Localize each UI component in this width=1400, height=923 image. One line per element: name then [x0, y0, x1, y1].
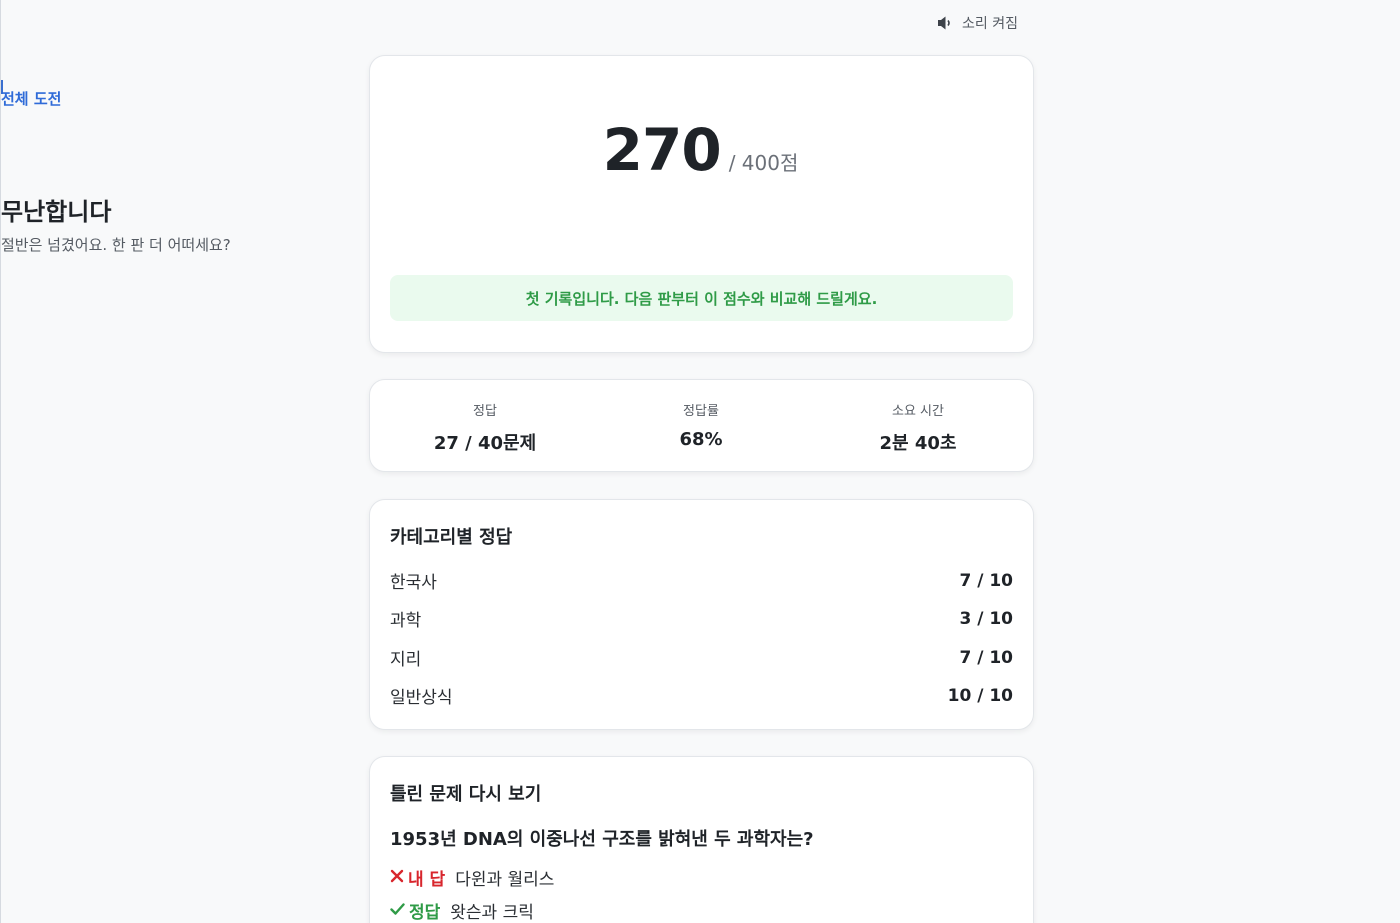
category-row: 일반상식 10 / 10: [390, 683, 1013, 709]
my-answer-label: 내 답: [408, 870, 446, 890]
grade-title: 무난합니다: [1, 198, 112, 226]
stat-label: 소요 시간: [892, 404, 944, 419]
category-title: 카테고리별 정답: [390, 527, 513, 548]
stat-value: 68%: [679, 429, 723, 450]
mode-label: 전체 도전: [1, 90, 62, 108]
correct-answer-text: 왓슨과 크릭: [450, 903, 534, 923]
category-name: 과학: [390, 611, 422, 631]
category-score: 7 / 10: [959, 570, 1013, 591]
score-display: 270 / 400점: [1, 116, 1400, 184]
check-icon: [390, 901, 405, 921]
results-page: 소리 켜짐 전체 도전 270 / 400점 무난합니다 절반은 넘겼어요. 한…: [0, 0, 1400, 923]
grade-description: 절반은 넘겼어요. 한 판 더 어떠세요?: [1, 236, 231, 254]
stat-value: 2분 40초: [879, 433, 957, 454]
category-name: 일반상식: [390, 688, 453, 708]
stat-label: 정답률: [683, 404, 719, 419]
stat-value: 27 / 40문제: [433, 433, 537, 454]
category-name: 지리: [390, 650, 422, 670]
category-row: 과학 3 / 10: [390, 606, 1013, 632]
stat-correct: 정답 27 / 40문제: [385, 400, 585, 455]
category-score: 3 / 10: [959, 608, 1013, 629]
review-question: 1953년 DNA의 이중나선 구조를 밝혀낸 두 과학자는?: [390, 829, 814, 850]
category-name: 한국사: [390, 573, 437, 593]
speaker-icon: [936, 15, 954, 31]
cross-icon: [390, 868, 404, 888]
category-score: 7 / 10: [959, 647, 1013, 668]
category-row: 한국사 7 / 10: [390, 568, 1013, 594]
my-answer-tag: 내 답: [390, 865, 445, 890]
sound-toggle-button[interactable]: 소리 켜짐: [936, 13, 1018, 33]
stat-label: 정답: [473, 404, 497, 419]
correct-answer-tag: 정답: [390, 898, 440, 923]
review-title: 틀린 문제 다시 보기: [390, 784, 542, 805]
category-score: 10 / 10: [947, 685, 1013, 706]
category-row: 지리 7 / 10: [390, 645, 1013, 671]
record-banner: 첫 기록입니다. 다음 판부터 이 점수와 비교해 드릴게요.: [390, 275, 1013, 321]
correct-answer-row: 정답 왓슨과 크릭: [390, 898, 534, 923]
score-value: 270: [602, 116, 722, 184]
correct-answer-label: 정답: [409, 903, 441, 923]
stat-accuracy: 정답률 68%: [601, 400, 801, 450]
my-answer-row: 내 답 다윈과 월리스: [390, 865, 554, 890]
my-answer-text: 다윈과 월리스: [455, 870, 555, 890]
stat-time: 소요 시간 2분 40초: [818, 400, 1018, 455]
sound-toggle-label: 소리 켜짐: [962, 16, 1018, 32]
score-max: / 400점: [728, 151, 799, 175]
